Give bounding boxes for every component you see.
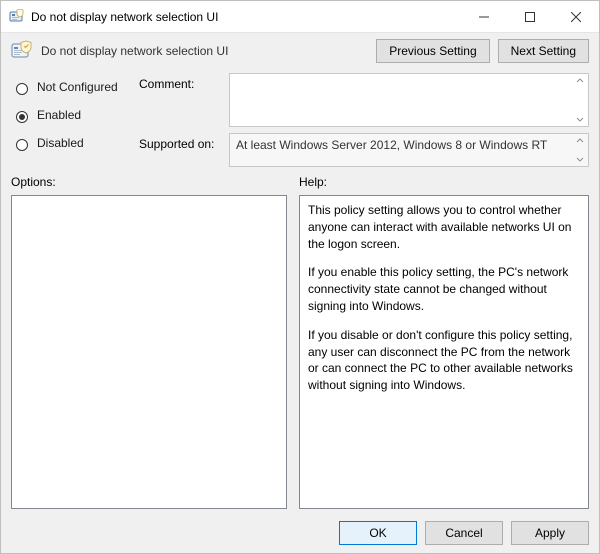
radio-not-configured-input[interactable] xyxy=(16,83,28,95)
help-paragraph: This policy setting allows you to contro… xyxy=(308,202,580,252)
options-label: Options: xyxy=(11,175,287,189)
next-setting-button[interactable]: Next Setting xyxy=(498,39,589,63)
chevron-up-icon[interactable] xyxy=(575,76,585,86)
title-bar: Do not display network selection UI xyxy=(1,1,599,33)
panes: This policy setting allows you to contro… xyxy=(11,195,589,509)
minimize-button[interactable] xyxy=(461,1,507,32)
window-controls xyxy=(461,1,599,32)
radio-disabled-input[interactable] xyxy=(16,139,28,151)
maximize-button[interactable] xyxy=(507,1,553,32)
settings-area: Not Configured Enabled Disabled Comment: xyxy=(11,73,589,167)
close-button[interactable] xyxy=(553,1,599,32)
dialog-buttons: OK Cancel Apply xyxy=(11,515,589,545)
chevron-down-icon[interactable] xyxy=(575,154,585,164)
policy-icon xyxy=(11,40,33,62)
radio-enabled-input[interactable] xyxy=(16,111,28,123)
window-title: Do not display network selection UI xyxy=(31,10,461,24)
radio-disabled-label: Disabled xyxy=(37,136,84,150)
dialog-content: Do not display network selection UI Prev… xyxy=(1,33,599,553)
pane-labels: Options: Help: xyxy=(11,175,589,189)
radio-enabled[interactable]: Enabled xyxy=(11,105,131,125)
cancel-button[interactable]: Cancel xyxy=(425,521,503,545)
radio-disabled[interactable]: Disabled xyxy=(11,133,131,153)
radio-enabled-label: Enabled xyxy=(37,108,81,122)
comment-label: Comment: xyxy=(139,73,219,127)
supported-on-row: Supported on: At least Windows Server 20… xyxy=(139,133,589,167)
previous-setting-button[interactable]: Previous Setting xyxy=(376,39,489,63)
apply-button[interactable]: Apply xyxy=(511,521,589,545)
help-label: Help: xyxy=(299,175,327,189)
app-icon xyxy=(9,9,25,25)
header-row: Do not display network selection UI Prev… xyxy=(11,39,589,63)
comment-input[interactable] xyxy=(229,73,589,127)
supported-on-label: Supported on: xyxy=(139,133,219,167)
radio-not-configured-label: Not Configured xyxy=(37,80,118,94)
fields-column: Comment: Supported on: At least Windows … xyxy=(139,73,589,167)
help-paragraph: If you enable this policy setting, the P… xyxy=(308,264,580,314)
chevron-down-icon[interactable] xyxy=(575,114,585,124)
supported-on-value: At least Windows Server 2012, Windows 8 … xyxy=(236,138,547,152)
ok-button[interactable]: OK xyxy=(339,521,417,545)
chevron-up-icon[interactable] xyxy=(575,136,585,146)
help-paragraph: If you disable or don't configure this p… xyxy=(308,327,580,394)
help-pane[interactable]: This policy setting allows you to contro… xyxy=(299,195,589,509)
state-radio-group: Not Configured Enabled Disabled xyxy=(11,73,131,167)
options-pane[interactable] xyxy=(11,195,287,509)
radio-not-configured[interactable]: Not Configured xyxy=(11,77,131,97)
comment-row: Comment: xyxy=(139,73,589,127)
policy-name: Do not display network selection UI xyxy=(41,44,368,58)
supported-on-box: At least Windows Server 2012, Windows 8 … xyxy=(229,133,589,167)
